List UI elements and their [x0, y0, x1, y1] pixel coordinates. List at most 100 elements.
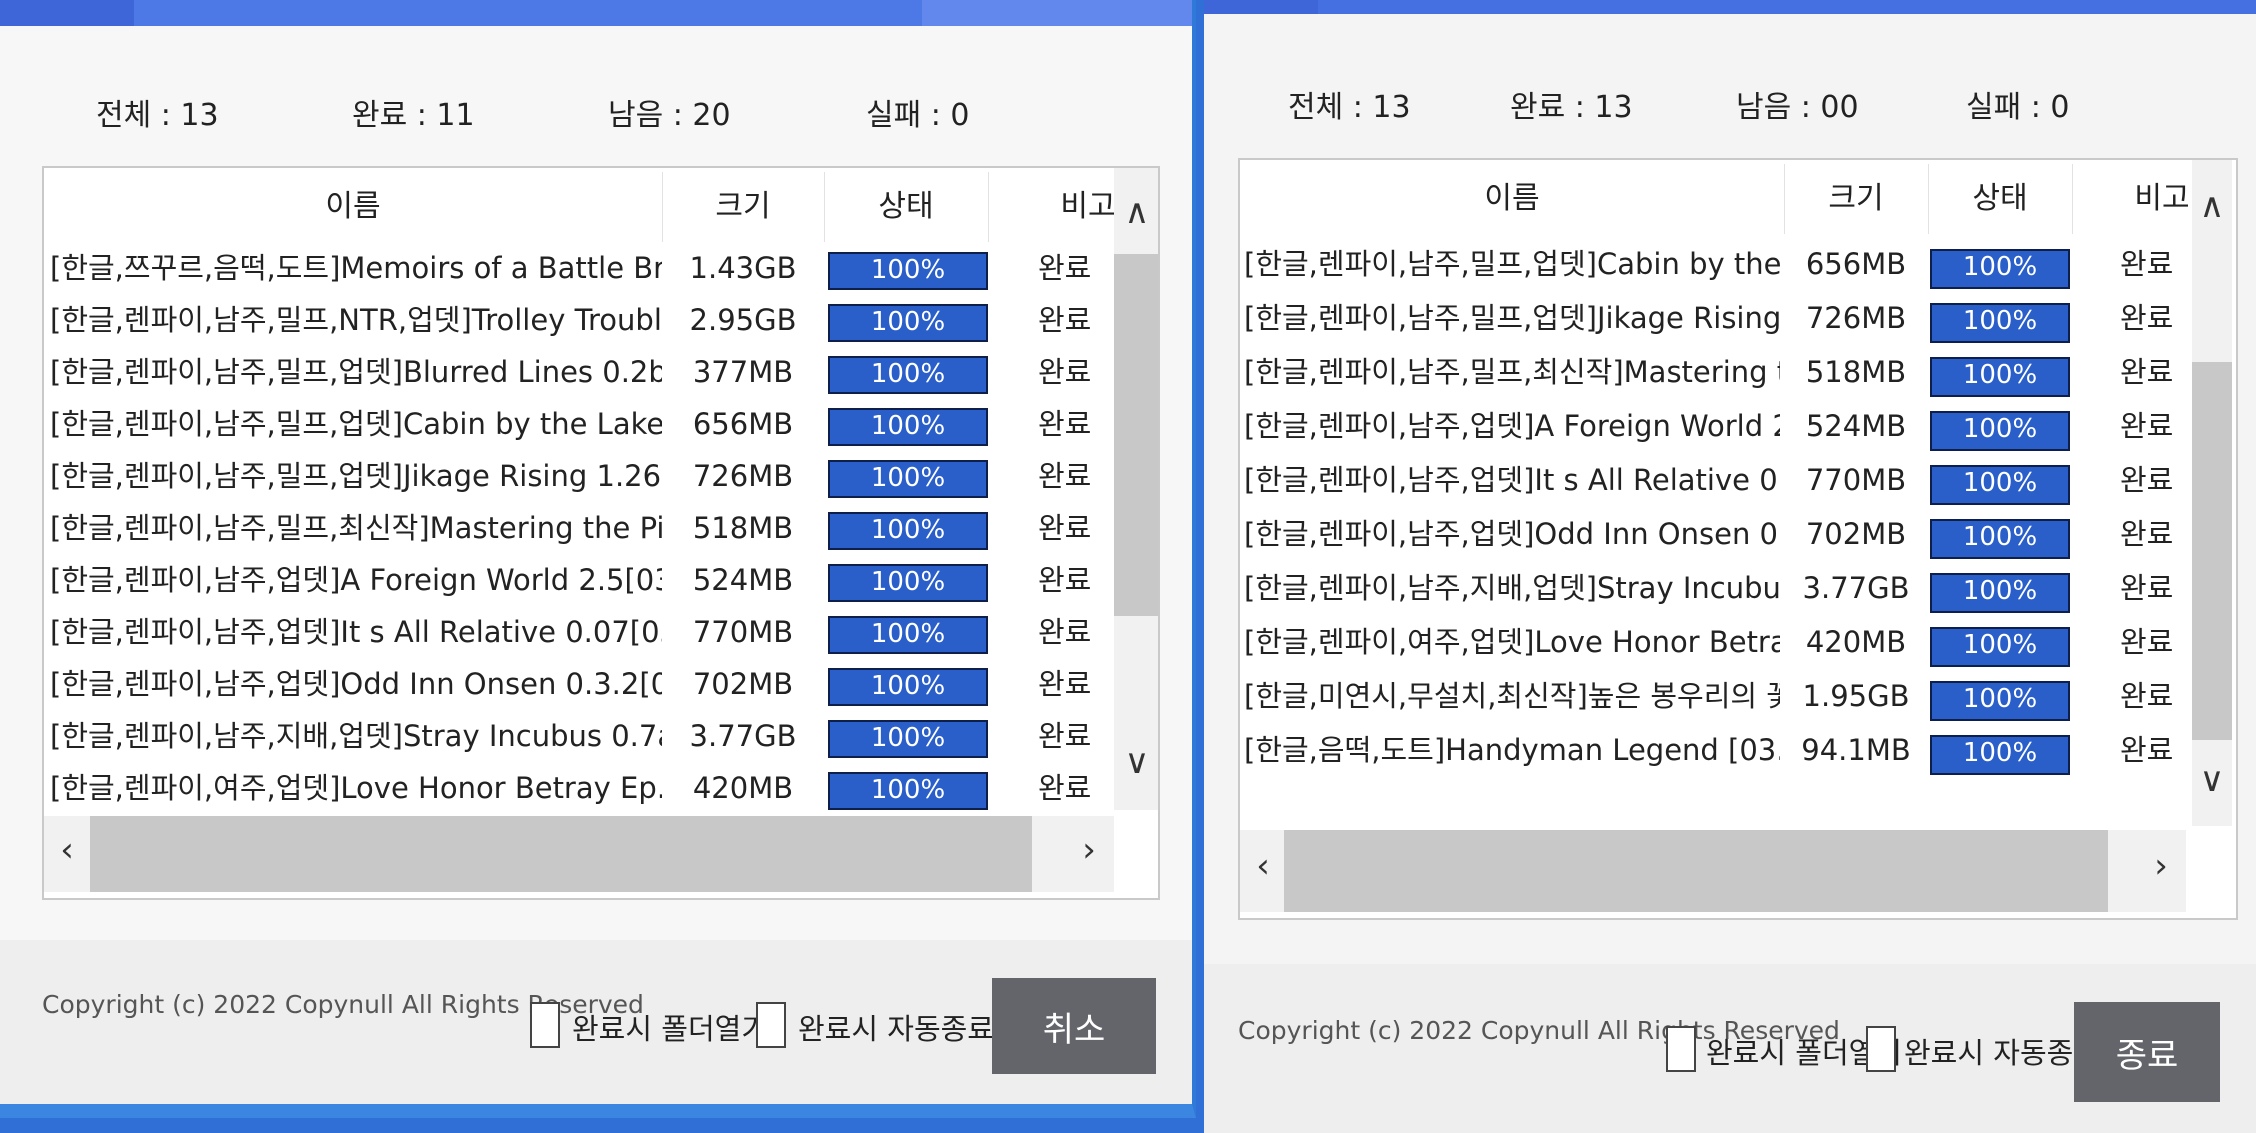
open-folder-checkbox[interactable]	[1666, 1026, 1696, 1072]
auto-exit-label[interactable]: 완료시 자동종료	[798, 1006, 994, 1048]
file-name: [한글,렌파이,남주,밀프,업뎃]Cabin by the Lake 0.18d…	[1244, 247, 1780, 281]
vertical-scroll-thumb[interactable]	[1114, 254, 1158, 616]
vertical-scrollbar[interactable]: ∧ ∨	[2192, 160, 2232, 826]
file-list: 이름 크기 상태 비고 [한글,렌파이,남주,밀프,업뎃]Cabin by th…	[1238, 158, 2238, 920]
chevron-left-icon[interactable]: ‹	[44, 830, 90, 870]
file-name: [한글,렌파이,남주,지배,업뎃]Stray Incubus 0.7a[03.1…	[50, 719, 662, 753]
chevron-right-icon[interactable]: ›	[2138, 846, 2184, 886]
file-name: [한글,렌파이,남주,업뎃]It s All Relative 0.07[03.…	[50, 615, 662, 649]
file-name: [한글,렌파이,남주,업뎃]A Foreign World 2.5[03.11]…	[1244, 409, 1780, 443]
file-note: 완료	[2120, 463, 2174, 497]
list-item[interactable]: [한글,렌파이,남주,밀프,업뎃]Cabin by the Lake 0.18d…	[44, 400, 1114, 452]
file-size: 377MB	[692, 355, 794, 389]
list-item[interactable]: [한글,음떡,도트]Handyman Legend [03.11][강추 갓겜.…	[1240, 726, 2186, 780]
file-size: 524MB	[692, 563, 794, 597]
column-header-name[interactable]: 이름	[44, 168, 662, 246]
progress-bar: 100%	[828, 668, 988, 706]
auto-exit-checkbox[interactable]	[756, 1002, 786, 1048]
title-bar[interactable]	[0, 0, 1192, 26]
open-folder-label[interactable]: 완료시 폴더열기	[572, 1006, 768, 1048]
list-item[interactable]: [한글,렌파이,남주,밀프,업뎃]Cabin by the Lake 0.18d…	[1240, 240, 2186, 294]
file-note: 완료	[2120, 355, 2174, 389]
download-window-right: 전체 : 13 완료 : 13 남음 : 00 실패 : 0 이름 크기 상태 …	[1204, 0, 2256, 1133]
chevron-up-icon[interactable]: ∧	[1114, 192, 1158, 232]
file-name: [한글,음떡,도트]Handyman Legend [03.11][강추 갓겜.…	[1244, 733, 1780, 767]
chevron-left-icon[interactable]: ‹	[1240, 846, 1286, 886]
chevron-right-icon[interactable]: ›	[1066, 830, 1112, 870]
list-item[interactable]: [한글,렌파이,남주,밀프,업뎃]Jikage Rising 1.26b[03.…	[44, 452, 1114, 504]
list-item[interactable]: [한글,렌파이,남주,밀프,업뎃]Jikage Rising 1.26b[03.…	[1240, 294, 2186, 348]
file-size: 702MB	[692, 667, 794, 701]
column-header-size[interactable]: 크기	[662, 168, 824, 246]
progress-bar: 100%	[1930, 627, 2070, 667]
list-header: 이름 크기 상태 비고	[1240, 160, 2190, 238]
list-item[interactable]: [한글,렌파이,남주,밀프,업뎃]Blurred Lines 0.2b[03.1…	[44, 348, 1114, 400]
horizontal-scroll-thumb[interactable]	[1284, 830, 2108, 912]
stat-done: 완료 : 13	[1510, 90, 1633, 125]
footer-bar: Copyright (c) 2022 Copynull All Rights R…	[0, 940, 1192, 1104]
chevron-down-icon[interactable]: ∨	[1114, 742, 1158, 782]
list-item[interactable]: [한글,렌파이,남주,지배,업뎃]Stray Incubus 0.7a[03.1…	[1240, 564, 2186, 618]
file-name: [한글,쯔꾸르,음떡,도트]Memoirs of a Battle Brothe…	[50, 251, 662, 285]
stat-remain: 남음 : 20	[608, 98, 731, 133]
column-header-size[interactable]: 크기	[1784, 160, 1928, 238]
file-size: 420MB	[692, 771, 794, 805]
stat-done: 완료 : 11	[352, 98, 475, 133]
horizontal-scroll-thumb[interactable]	[90, 816, 1032, 892]
file-name: [한글,렌파이,남주,밀프,최신작]Mastering the Pink Box…	[50, 511, 662, 545]
vertical-scroll-thumb[interactable]	[2192, 362, 2232, 740]
horizontal-scrollbar[interactable]: ‹ ›	[44, 816, 1114, 892]
list-rows: [한글,쯔꾸르,음떡,도트]Memoirs of a Battle Brothe…	[44, 244, 1114, 816]
chevron-up-icon[interactable]: ∧	[2189, 186, 2235, 226]
list-item[interactable]: [한글,렌파이,남주,업뎃]It s All Relative 0.07[03.…	[44, 608, 1114, 660]
progress-bar: 100%	[828, 616, 988, 654]
list-item[interactable]: [한글,미연시,무설치,최신작]높은 봉우리의 꽃과 마법의 향아리 1.95G…	[1240, 672, 2186, 726]
list-item[interactable]: [한글,렌파이,남주,업뎃]It s All Relative 0.07[03.…	[1240, 456, 2186, 510]
list-item[interactable]: [한글,렌파이,남주,밀프,최신작]Mastering the Pink Box…	[44, 504, 1114, 556]
file-size: 702MB	[1805, 517, 1907, 551]
progress-bar: 100%	[828, 720, 988, 758]
column-header-status[interactable]: 상태	[1928, 160, 2072, 238]
title-bar-segment	[0, 0, 134, 26]
progress-bar: 100%	[1930, 411, 2070, 451]
file-name: [한글,렌파이,남주,밀프,업뎃]Blurred Lines 0.2b[03.1…	[50, 355, 662, 389]
file-note: 완료	[2120, 301, 2174, 335]
title-bar[interactable]	[1204, 0, 2256, 14]
cancel-button[interactable]: 취소	[992, 978, 1156, 1074]
file-name: [한글,렌파이,남주,지배,업뎃]Stray Incubus 0.7a[03.1…	[1244, 571, 1780, 605]
column-header-status[interactable]: 상태	[824, 168, 988, 246]
file-size: 518MB	[692, 511, 794, 545]
file-size: 726MB	[692, 459, 794, 493]
progress-bar: 100%	[828, 772, 988, 810]
vertical-scrollbar[interactable]: ∧ ∨	[1114, 168, 1158, 810]
file-size: 524MB	[1805, 409, 1907, 443]
exit-button[interactable]: 종료	[2074, 1002, 2220, 1102]
download-window-left: 전체 : 13 완료 : 11 남음 : 20 실패 : 0 이름 크기 상태 …	[0, 0, 1196, 1118]
progress-bar: 100%	[828, 512, 988, 550]
auto-exit-label[interactable]: 완료시 자동종료	[1904, 1030, 2100, 1072]
file-name: [한글,렌파이,남주,밀프,NTR,업뎃]Trolley Trouble 0.7…	[50, 303, 662, 337]
list-item[interactable]: [한글,렌파이,여주,업뎃]Love Honor Betray Ep.5[03.…	[44, 764, 1114, 816]
list-item[interactable]: [한글,렌파이,여주,업뎃]Love Honor Betray Ep.5[03.…	[1240, 618, 2186, 672]
list-item[interactable]: [한글,렌파이,남주,업뎃]Odd Inn Onsen 0.3.2[03.11]…	[1240, 510, 2186, 564]
list-item[interactable]: [한글,렌파이,남주,밀프,NTR,업뎃]Trolley Trouble 0.7…	[44, 296, 1114, 348]
open-folder-checkbox[interactable]	[530, 1002, 560, 1048]
file-size: 3.77GB	[689, 719, 797, 753]
list-item[interactable]: [한글,렌파이,남주,밀프,최신작]Mastering the Pink Box…	[1240, 348, 2186, 402]
list-item[interactable]: [한글,렌파이,남주,업뎃]A Foreign World 2.5[03.11]…	[44, 556, 1114, 608]
file-size: 770MB	[692, 615, 794, 649]
progress-bar: 100%	[828, 408, 988, 446]
progress-bar: 100%	[828, 564, 988, 602]
auto-exit-checkbox[interactable]	[1866, 1026, 1896, 1072]
file-size: 656MB	[692, 407, 794, 441]
column-header-name[interactable]: 이름	[1240, 160, 1784, 238]
horizontal-scrollbar[interactable]: ‹ ›	[1240, 830, 2186, 912]
list-item[interactable]: [한글,렌파이,남주,업뎃]Odd Inn Onsen 0.3.2[03.11]…	[44, 660, 1114, 712]
list-item[interactable]: [한글,렌파이,남주,지배,업뎃]Stray Incubus 0.7a[03.1…	[44, 712, 1114, 764]
chevron-down-icon[interactable]: ∨	[2189, 760, 2235, 800]
file-name: [한글,렌파이,여주,업뎃]Love Honor Betray Ep.5[03.…	[50, 771, 662, 805]
progress-bar: 100%	[1930, 303, 2070, 343]
list-item[interactable]: [한글,렌파이,남주,업뎃]A Foreign World 2.5[03.11]…	[1240, 402, 2186, 456]
list-item[interactable]: [한글,쯔꾸르,음떡,도트]Memoirs of a Battle Brothe…	[44, 244, 1114, 296]
file-name: [한글,렌파이,남주,밀프,최신작]Mastering the Pink Box…	[1244, 355, 1780, 389]
